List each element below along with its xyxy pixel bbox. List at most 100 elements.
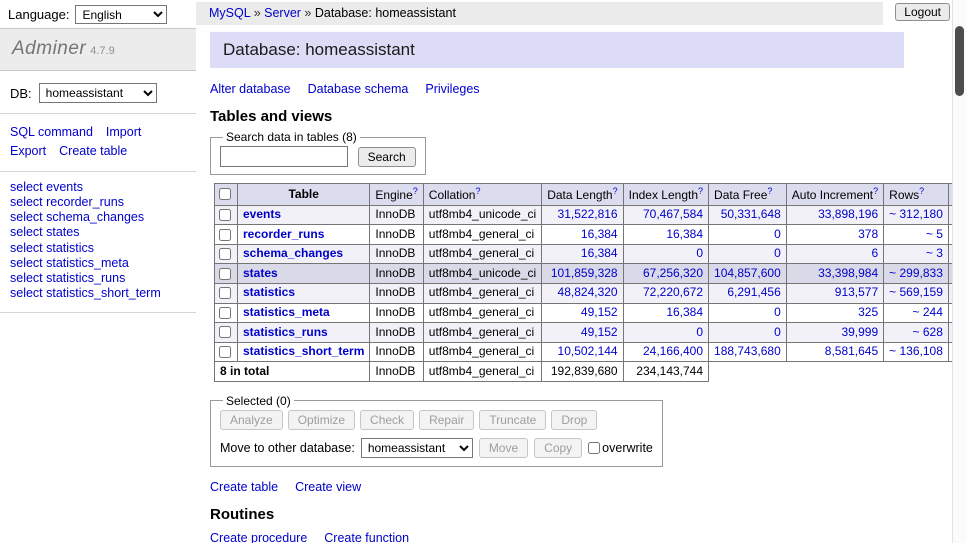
auto-increment-link[interactable]: 6 — [871, 246, 878, 260]
index-length-link[interactable]: 67,256,320 — [643, 266, 703, 280]
data-length-link[interactable]: 10,502,144 — [558, 344, 618, 358]
rows-link[interactable]: ~ 5 — [926, 227, 943, 241]
rows-link[interactable]: ~ 136,108 — [889, 344, 943, 358]
data-free-link[interactable]: 104,857,600 — [714, 266, 781, 280]
search-button[interactable]: Search — [358, 147, 416, 167]
help-icon[interactable]: ? — [413, 186, 418, 196]
menu-link-import[interactable]: Import — [106, 125, 141, 139]
search-input[interactable] — [220, 146, 348, 167]
scrollbar[interactable] — [952, 0, 966, 543]
repair-button[interactable]: Repair — [419, 410, 474, 430]
help-icon[interactable]: ? — [613, 186, 618, 196]
data-free-link[interactable]: 50,331,648 — [721, 207, 781, 221]
data-length-link[interactable]: 101,859,328 — [551, 266, 618, 280]
table-name-link[interactable]: statistics_runs — [243, 325, 328, 339]
privileges-link[interactable]: Privileges — [425, 82, 479, 96]
help-icon[interactable]: ? — [475, 186, 480, 196]
data-free-link[interactable]: 0 — [774, 227, 781, 241]
table-name-link[interactable]: statistics_meta — [243, 305, 330, 319]
data-length-link[interactable]: 16,384 — [581, 246, 618, 260]
data-free-link[interactable]: 6,291,456 — [727, 285, 780, 299]
move-database-select[interactable]: homeassistant — [361, 438, 473, 458]
copy-button[interactable]: Copy — [534, 438, 582, 458]
move-button[interactable]: Move — [479, 438, 528, 458]
table-name-link[interactable]: statistics_short_term — [243, 344, 364, 358]
data-free-link[interactable]: 0 — [774, 325, 781, 339]
data-length-link[interactable]: 48,824,320 — [558, 285, 618, 299]
index-length-link[interactable]: 16,384 — [666, 305, 703, 319]
sidebar-table-link[interactable]: select statistics_runs — [10, 271, 186, 286]
rows-link[interactable]: ~ 312,180 — [889, 207, 943, 221]
sidebar-table-link[interactable]: select states — [10, 225, 186, 240]
row-checkbox[interactable] — [219, 209, 231, 221]
index-length-link[interactable]: 72,220,672 — [643, 285, 703, 299]
drop-button[interactable]: Drop — [551, 410, 597, 430]
auto-increment-link[interactable]: 8,581,645 — [825, 344, 878, 358]
auto-increment-link[interactable]: 33,898,196 — [818, 207, 878, 221]
menu-link-sql-command[interactable]: SQL command — [10, 125, 93, 139]
auto-increment-link[interactable]: 913,577 — [835, 285, 878, 299]
row-checkbox[interactable] — [219, 268, 231, 280]
analyze-button[interactable]: Analyze — [220, 410, 283, 430]
data-free-link[interactable]: 0 — [774, 246, 781, 260]
overwrite-checkbox[interactable] — [588, 442, 600, 454]
rows-link[interactable]: ~ 3 — [926, 246, 943, 260]
menu-link-export[interactable]: Export — [10, 144, 46, 158]
index-length-link[interactable]: 0 — [696, 246, 703, 260]
help-icon[interactable]: ? — [919, 186, 924, 196]
table-name-link[interactable]: events — [243, 207, 281, 221]
logout-button[interactable]: Logout — [895, 3, 950, 21]
row-checkbox[interactable] — [219, 287, 231, 299]
auto-increment-link[interactable]: 33,398,984 — [818, 266, 878, 280]
breadcrumb-link[interactable]: Server — [264, 6, 301, 20]
data-length-link[interactable]: 49,152 — [581, 325, 618, 339]
sidebar-table-link[interactable]: select statistics_meta — [10, 256, 186, 271]
auto-increment-link[interactable]: 39,999 — [841, 325, 878, 339]
create-view-link[interactable]: Create view — [295, 480, 361, 494]
table-name-link[interactable]: statistics — [243, 285, 295, 299]
data-free-link[interactable]: 0 — [774, 305, 781, 319]
alter-database-link[interactable]: Alter database — [210, 82, 291, 96]
sidebar-table-link[interactable]: select statistics — [10, 241, 186, 256]
help-icon[interactable]: ? — [873, 186, 878, 196]
sidebar-table-link[interactable]: select schema_changes — [10, 210, 186, 225]
rows-link[interactable]: ~ 628 — [913, 325, 943, 339]
create-procedure-link[interactable]: Create procedure — [210, 531, 307, 543]
table-name-link[interactable]: schema_changes — [243, 246, 343, 260]
index-length-link[interactable]: 0 — [696, 325, 703, 339]
row-checkbox[interactable] — [219, 248, 231, 260]
index-length-link[interactable]: 70,467,584 — [643, 207, 703, 221]
optimize-button[interactable]: Optimize — [288, 410, 355, 430]
data-length-link[interactable]: 16,384 — [581, 227, 618, 241]
row-checkbox[interactable] — [219, 326, 231, 338]
truncate-button[interactable]: Truncate — [479, 410, 546, 430]
rows-link[interactable]: ~ 569,159 — [889, 285, 943, 299]
select-all-checkbox[interactable] — [219, 188, 231, 200]
check-button[interactable]: Check — [360, 410, 414, 430]
help-icon[interactable]: ? — [698, 186, 703, 196]
database-schema-link[interactable]: Database schema — [308, 82, 409, 96]
db-select[interactable]: homeassistant — [39, 83, 157, 103]
index-length-link[interactable]: 24,166,400 — [643, 344, 703, 358]
data-length-link[interactable]: 31,522,816 — [558, 207, 618, 221]
row-checkbox[interactable] — [219, 229, 231, 241]
row-checkbox[interactable] — [219, 346, 231, 358]
index-length-link[interactable]: 16,384 — [666, 227, 703, 241]
data-free-link[interactable]: 188,743,680 — [714, 344, 781, 358]
help-icon[interactable]: ? — [767, 186, 772, 196]
sidebar-table-link[interactable]: select recorder_runs — [10, 195, 186, 210]
language-select[interactable]: English — [75, 5, 167, 24]
create-table-link[interactable]: Create table — [210, 480, 278, 494]
table-name-link[interactable]: recorder_runs — [243, 227, 324, 241]
scrollbar-thumb[interactable] — [955, 26, 964, 96]
rows-link[interactable]: ~ 244 — [913, 305, 943, 319]
table-name-link[interactable]: states — [243, 266, 278, 280]
sidebar-table-link[interactable]: select statistics_short_term — [10, 286, 186, 301]
auto-increment-link[interactable]: 378 — [858, 227, 878, 241]
data-length-link[interactable]: 49,152 — [581, 305, 618, 319]
rows-link[interactable]: ~ 299,833 — [889, 266, 943, 280]
auto-increment-link[interactable]: 325 — [858, 305, 878, 319]
breadcrumb-link[interactable]: MySQL — [209, 6, 250, 20]
menu-link-create-table[interactable]: Create table — [59, 144, 127, 158]
create-function-link[interactable]: Create function — [324, 531, 409, 543]
